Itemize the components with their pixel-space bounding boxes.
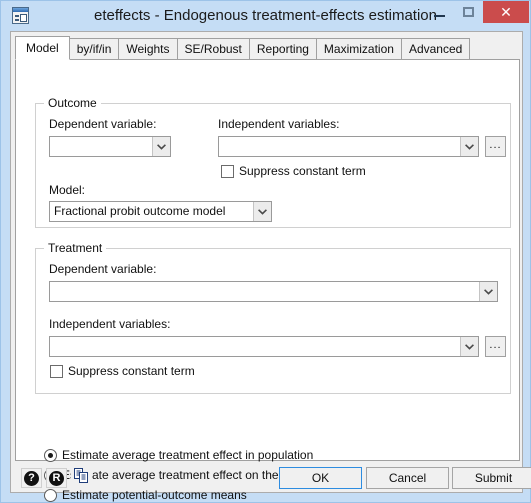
tab-se-robust[interactable]: SE/Robust — [176, 38, 250, 59]
treatment-suppress-constant-checkbox[interactable]: Suppress constant term — [50, 364, 195, 378]
close-icon: ✕ — [500, 3, 512, 20]
outcome-independent-label: Independent variables: — [218, 117, 340, 131]
submit-button[interactable]: Submit — [452, 467, 531, 489]
outcome-group-title: Outcome — [44, 96, 101, 110]
dialog-window: eteffects - Endogenous treatment-effects… — [0, 0, 531, 503]
ok-button[interactable]: OK — [279, 467, 362, 489]
treatment-dependent-value — [54, 282, 475, 301]
minimize-button[interactable] — [425, 1, 454, 23]
radio-ate-population[interactable]: Estimate average treatment effect in pop… — [44, 448, 313, 462]
treatment-independent-label: Independent variables: — [49, 317, 171, 331]
radio-ate-population-label: Estimate average treatment effect in pop… — [62, 448, 314, 462]
outcome-independent-browse-button[interactable]: ... — [485, 136, 506, 157]
treatment-dependent-label: Dependent variable: — [49, 262, 157, 276]
outcome-dependent-value — [54, 137, 148, 156]
radio-circle-icon — [44, 448, 57, 462]
outcome-model-value: Fractional probit outcome model — [54, 204, 226, 218]
chevron-down-icon[interactable] — [460, 337, 478, 356]
help-button[interactable]: ? — [21, 468, 42, 488]
tab-advanced[interactable]: Advanced — [400, 38, 471, 59]
outcome-model-label: Model: — [49, 183, 86, 197]
treatment-suppress-constant-label: Suppress constant term — [68, 364, 195, 378]
treatment-group: Treatment Dependent variable: Independen… — [35, 241, 511, 394]
reset-r-icon: R — [49, 470, 64, 486]
tab-maximization[interactable]: Maximization — [315, 38, 402, 59]
close-button[interactable]: ✕ — [483, 1, 529, 23]
copy-command-button[interactable] — [71, 468, 92, 488]
tab-page-model: Outcome Dependent variable: Independent … — [15, 59, 520, 502]
checkbox-box-icon — [50, 364, 63, 378]
treatment-independent-combobox[interactable] — [49, 336, 479, 357]
chevron-down-icon[interactable] — [460, 137, 478, 156]
treatment-dependent-combobox[interactable] — [49, 281, 498, 302]
outcome-group: Outcome Dependent variable: Independent … — [35, 96, 511, 228]
treatment-independent-value — [54, 337, 456, 356]
chevron-down-icon[interactable] — [152, 137, 170, 156]
treatment-independent-browse-button[interactable]: ... — [485, 336, 506, 357]
outcome-independent-value — [223, 137, 456, 156]
outcome-dependent-label: Dependent variable: — [49, 117, 157, 131]
chevron-down-icon[interactable] — [479, 282, 497, 301]
tab-model[interactable]: Model — [15, 36, 70, 60]
outcome-model-combobox[interactable]: Fractional probit outcome model — [49, 201, 272, 222]
reset-button[interactable]: R — [46, 468, 67, 488]
tab-weights[interactable]: Weights — [118, 38, 178, 59]
maximize-button[interactable] — [454, 1, 483, 23]
outcome-dependent-combobox[interactable] — [49, 136, 171, 157]
maximize-icon — [454, 1, 483, 23]
title-bar: eteffects - Endogenous treatment-effects… — [1, 1, 530, 31]
cancel-button[interactable]: Cancel — [366, 467, 449, 489]
tab-by-if-in[interactable]: by/if/in — [68, 38, 120, 59]
dialog-body: Model by/if/in Weights SE/Robust Reporti… — [10, 31, 531, 502]
help-question-icon: ? — [24, 470, 39, 486]
checkbox-box-icon — [221, 164, 234, 178]
copy-clipboard-icon — [74, 468, 89, 488]
chevron-down-icon[interactable] — [253, 202, 271, 221]
outcome-suppress-constant-checkbox[interactable]: Suppress constant term — [221, 164, 366, 178]
outcome-independent-combobox[interactable] — [218, 136, 479, 157]
tab-strip: Model by/if/in Weights SE/Robust Reporti… — [15, 36, 471, 60]
outcome-suppress-constant-label: Suppress constant term — [239, 164, 366, 178]
minimize-icon — [425, 1, 454, 23]
dialog-button-bar: ? R OK Cancel Submit — [11, 461, 531, 492]
treatment-group-title: Treatment — [44, 241, 107, 255]
tab-reporting[interactable]: Reporting — [248, 38, 317, 59]
